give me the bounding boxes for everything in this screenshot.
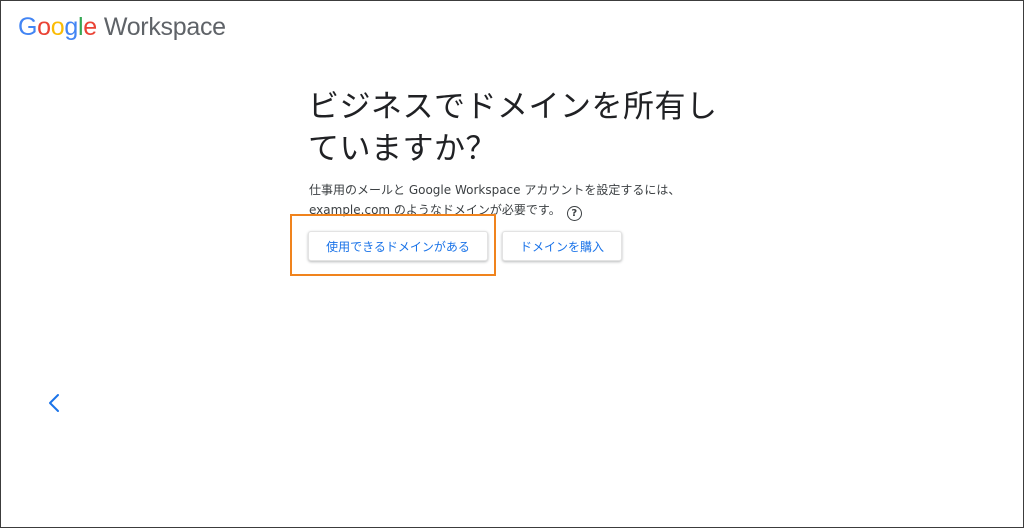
help-circle-icon[interactable]: ? [566,206,582,221]
back-button[interactable] [44,392,64,414]
logo-letter-g: G [18,12,38,41]
logo-letter-g2: g [64,12,78,41]
page-title: ビジネスでドメインを所有し ていますか？ [308,86,728,170]
chevron-left-icon [49,394,59,412]
screen-frame [0,0,1024,528]
have-domain-button[interactable]: 使用できるドメインがある [308,231,488,261]
buy-domain-button[interactable]: ドメインを購入 [502,231,622,261]
logo-letter-e: e [83,12,97,41]
google-workspace-logo: Go o g l e Workspace [18,12,226,42]
logo-letter-o1: o [37,12,51,41]
page-title-line2: ていますか？ [308,131,497,167]
description-line1: 仕事用のメールと Google Workspace アカウントを設定するには、 [309,183,681,197]
logo-letter-o2: o [50,12,65,41]
logo-product-name: Workspace [103,12,226,41]
page-title-line1: ビジネスでドメインを所有し [308,89,718,125]
